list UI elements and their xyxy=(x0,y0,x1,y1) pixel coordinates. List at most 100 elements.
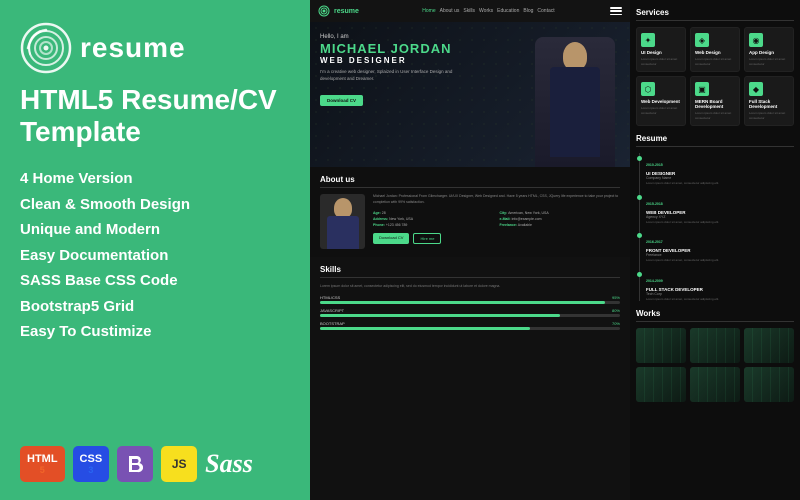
sass-badge: Sass xyxy=(205,446,253,482)
resume-timeline: 2010-2015 UI DESIGNER Company Name Lorem… xyxy=(636,153,794,301)
nav-link-works[interactable]: Works xyxy=(479,8,493,14)
timeline-line xyxy=(639,153,640,301)
services-section: Services ✦ UI Design Lorem ipsum dolor s… xyxy=(636,8,794,126)
resume-navbar: resume Home About us Skills Works Educat… xyxy=(310,0,630,22)
hero-role: WEB DESIGNER xyxy=(320,56,620,65)
feature-item: SASS Base CSS Code xyxy=(20,268,290,294)
service-fullstack-icon: ◆ xyxy=(749,82,763,96)
nav-link-skills[interactable]: Skills xyxy=(463,8,475,14)
service-webdev-icon: ⬡ xyxy=(641,82,655,96)
services-grid: ✦ UI Design Lorem ipsum dolor sit amet c… xyxy=(636,27,794,126)
service-app-icon: ◉ xyxy=(749,33,763,47)
skills-section-title: Skills xyxy=(320,265,620,278)
nav-link-about[interactable]: About us xyxy=(440,8,460,14)
service-mern: ▣ MERN Board Development Lorem ipsum dol… xyxy=(690,76,740,126)
javascript-badge: JS xyxy=(161,446,197,482)
features-list: 4 Home Version Clean & Smooth Design Uni… xyxy=(20,166,290,345)
left-panel: resume HTML5 Resume/CV Template 4 Home V… xyxy=(0,0,310,500)
nav-links: Home About us Skills Works Education Blo… xyxy=(371,8,606,14)
timeline-dot xyxy=(637,156,642,161)
timeline-dot xyxy=(637,233,642,238)
service-web-icon: ◈ xyxy=(695,33,709,47)
resume-main-preview: resume Home About us Skills Works Educat… xyxy=(310,0,630,500)
hamburger-menu-icon[interactable] xyxy=(610,7,622,15)
info-phone: Phone: +123 456 789 xyxy=(373,223,494,227)
timeline-item-1: 2015-2018 WEB DEVELOPER Agency XYZ Lorem… xyxy=(646,192,794,225)
service-app-design: ◉ App Design Lorem ipsum dolor sit amet … xyxy=(744,27,794,72)
nav-link-blog[interactable]: Blog xyxy=(523,8,533,14)
tech-badges: HTML 5 CSS 3 JS Sass xyxy=(20,446,290,482)
logo-text: resume xyxy=(80,32,186,64)
timeline-dot xyxy=(637,195,642,200)
info-address: Address: New York, USA xyxy=(373,217,494,221)
nav-link-home[interactable]: Home xyxy=(422,8,435,14)
right-panel: resume Home About us Skills Works Educat… xyxy=(310,0,800,500)
skills-section: Skills Lorem ipsum dolor sit amet, conse… xyxy=(310,257,630,342)
skill-html: HTML/CSS 95% xyxy=(320,295,620,304)
bootstrap-badge xyxy=(117,446,153,482)
service-web-design: ◈ Web Design Lorem ipsum dolor sit amet … xyxy=(690,27,740,72)
info-email: e-Mail: info@example.com xyxy=(500,217,621,221)
about-section: About us Michael Jordan: Professional Fr… xyxy=(310,167,630,257)
hero-section: Hello, I am MICHAEL JORDAN WEB DESIGNER … xyxy=(310,22,630,167)
fingerprint-logo-icon xyxy=(20,22,72,74)
skill-js: JAVASCRIPT 80% xyxy=(320,308,620,317)
about-info: Michael Jordan: Professional From Glimch… xyxy=(373,194,620,249)
skills-description: Lorem ipsum dolor sit amet, consectetur … xyxy=(320,284,620,289)
works-section-title: Works xyxy=(636,309,794,322)
bootstrap-icon xyxy=(125,454,145,474)
feature-item: Unique and Modern xyxy=(20,217,290,243)
feature-item: Easy Documentation xyxy=(20,243,290,269)
work-card-3 xyxy=(744,328,794,363)
hero-content: Hello, I am MICHAEL JORDAN WEB DESIGNER … xyxy=(320,34,620,107)
service-mern-icon: ▣ xyxy=(695,82,709,96)
about-photo xyxy=(320,194,365,249)
work-card-1 xyxy=(636,328,686,363)
main-title: HTML5 Resume/CV Template xyxy=(20,84,290,148)
timeline-item-2: 2016-2017 FRONT DEVELOPER Freelance Lore… xyxy=(646,230,794,263)
info-city: City: American, New York, USA xyxy=(500,211,621,215)
hero-hello-text: Hello, I am xyxy=(320,34,620,40)
html5-badge: HTML 5 xyxy=(20,446,65,482)
about-buttons: Download CV Hire me xyxy=(373,233,620,244)
info-age: Age: 28 xyxy=(373,211,494,215)
service-ui-icon: ✦ xyxy=(641,33,655,47)
feature-item: Easy To Custimize xyxy=(20,319,290,345)
resume-timeline-section: Resume 2010-2015 UI DESIGNER Company Nam… xyxy=(636,134,794,301)
resume-nav-logo-icon xyxy=(318,5,330,17)
work-card-6 xyxy=(744,367,794,402)
about-text: Michael Jordan: Professional From Glimch… xyxy=(373,194,620,205)
css3-badge: CSS 3 xyxy=(73,446,110,482)
timeline-item-0: 2010-2015 UI DESIGNER Company Name Lorem… xyxy=(646,153,794,186)
nav-link-education[interactable]: Education xyxy=(497,8,519,14)
resume-section-title: Resume xyxy=(636,134,794,147)
about-hire-btn[interactable]: Hire me xyxy=(413,233,441,244)
about-info-grid: Age: 28 City: American, New York, USA Ad… xyxy=(373,211,620,227)
nav-link-contact[interactable]: Contact xyxy=(537,8,554,14)
logo-area: resume xyxy=(20,22,290,74)
skill-bootstrap: BOOTSTRAP 70% xyxy=(320,321,620,330)
nav-logo-text: resume xyxy=(334,8,359,15)
work-card-5 xyxy=(690,367,740,402)
feature-item: Bootstrap5 Grid xyxy=(20,294,290,320)
work-card-4 xyxy=(636,367,686,402)
works-grid xyxy=(636,328,794,402)
about-content: Michael Jordan: Professional From Glimch… xyxy=(320,194,620,249)
feature-item: 4 Home Version xyxy=(20,166,290,192)
service-fullstack: ◆ Full Stack Development Lorem ipsum dol… xyxy=(744,76,794,126)
service-web-dev: ⬡ Web Development Lorem ipsum dolor sit … xyxy=(636,76,686,126)
timeline-item-3: 2014-2009 FULL STACK DEVELOPER Tech Corp… xyxy=(646,269,794,302)
hero-name: MICHAEL JORDAN xyxy=(320,42,620,56)
timeline-dot xyxy=(637,272,642,277)
feature-item: Clean & Smooth Design xyxy=(20,192,290,218)
skills-list: HTML/CSS 95% JAVASCRIPT 80% xyxy=(320,295,620,330)
about-section-title: About us xyxy=(320,175,620,188)
about-download-btn[interactable]: Download CV xyxy=(373,233,409,244)
work-card-2 xyxy=(690,328,740,363)
hero-description: I'm a creative web designer, Splaized in… xyxy=(320,69,460,83)
info-freelance: Freelance: Available xyxy=(500,223,621,227)
services-section-title: Services xyxy=(636,8,794,21)
service-ui-design: ✦ UI Design Lorem ipsum dolor sit amet c… xyxy=(636,27,686,72)
works-section: Works xyxy=(636,309,794,402)
hero-download-btn[interactable]: Download CV xyxy=(320,95,363,106)
